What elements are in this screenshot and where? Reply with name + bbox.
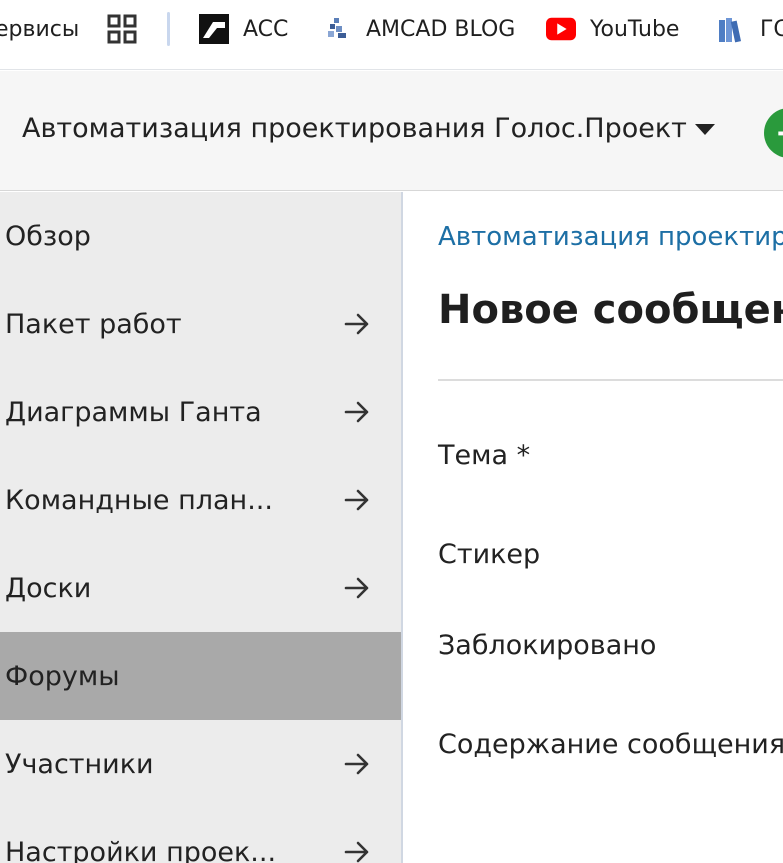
sidebar-item-label: Участники <box>5 748 154 780</box>
sidebar-item-label: Командные план... <box>5 484 273 516</box>
bookmarks-separator <box>167 12 170 46</box>
title-divider <box>438 379 783 381</box>
sidebar-item-team-planners[interactable]: Командные план... <box>0 456 401 544</box>
bookmark-amcad-label: AMCAD BLOG <box>366 16 516 42</box>
page-title: Новое сообщени <box>438 287 783 333</box>
sidebar-item-boards[interactable]: Доски <box>0 544 401 632</box>
bookmark-gs[interactable]: ГС <box>716 0 783 58</box>
project-header: Автоматизация проектирования Голос.Проек… <box>0 71 783 191</box>
sidebar-item-forums[interactable]: Форумы <box>0 632 401 720</box>
bookmark-acc-label: ACC <box>243 16 289 42</box>
bookmark-youtube-label: YouTube <box>590 16 680 42</box>
arrow-right-icon[interactable] <box>343 750 371 778</box>
amcad-logo-icon <box>322 14 352 44</box>
project-selector[interactable]: Автоматизация проектирования Голос.Проек… <box>22 113 715 144</box>
caret-down-icon <box>694 124 715 135</box>
sidebar-item-label: Обзор <box>5 220 91 252</box>
sidebar-item-label: Настройки проек... <box>5 836 277 863</box>
subject-label: Тема * <box>438 440 531 471</box>
arrow-right-icon[interactable] <box>343 398 371 426</box>
sidebar-item-label: Диаграммы Ганта <box>5 396 262 428</box>
locked-label: Заблокировано <box>438 630 657 661</box>
sidebar-item-gantt[interactable]: Диаграммы Ганта <box>0 368 401 456</box>
bookmark-services[interactable]: ервисы <box>0 0 79 58</box>
acc-logo-icon <box>199 14 229 44</box>
page: ервисы ACC AMCAD BLOG YouTube Г Автомати… <box>0 0 783 863</box>
project-title: Автоматизация проектирования Голос.Проек… <box>22 113 687 144</box>
arrow-right-icon[interactable] <box>343 838 371 863</box>
sidebar-item-label: Форумы <box>5 660 120 692</box>
sidebar-item-project-settings[interactable]: Настройки проек... <box>0 808 401 863</box>
sidebar-item-work-packages[interactable]: Пакет работ <box>0 280 401 368</box>
arrow-right-icon[interactable] <box>343 310 371 338</box>
youtube-icon <box>546 14 576 44</box>
add-button[interactable]: + <box>764 108 783 158</box>
bookmark-services-label: ервисы <box>0 16 80 42</box>
bookmark-amcad[interactable]: AMCAD BLOG <box>322 0 515 58</box>
main-content: Автоматизация проектир Новое сообщени Те… <box>403 192 783 863</box>
content-label: Содержание сообщения <box>438 729 783 760</box>
sidebar-item-overview[interactable]: Обзор <box>0 192 401 280</box>
breadcrumb-project-link[interactable]: Автоматизация проектир <box>438 222 783 252</box>
bookmark-acc[interactable]: ACC <box>199 0 288 58</box>
sidebar-item-label: Доски <box>5 572 92 604</box>
sticker-label: Стикер <box>438 539 541 570</box>
arrow-right-icon[interactable] <box>343 486 371 514</box>
arrow-right-icon[interactable] <box>343 574 371 602</box>
sidebar-item-label: Пакет работ <box>5 308 182 340</box>
books-icon <box>716 14 746 44</box>
bookmarks-bar: ервисы ACC AMCAD BLOG YouTube Г <box>0 0 783 70</box>
bookmark-apps[interactable] <box>107 0 151 58</box>
bookmark-youtube[interactable]: YouTube <box>546 0 679 58</box>
sidebar-item-members[interactable]: Участники <box>0 720 401 808</box>
sidebar: Обзор Пакет работ Диаграммы Ганта Команд… <box>0 192 403 863</box>
bookmark-gs-label: ГС <box>760 16 783 42</box>
apps-grid-icon <box>107 14 137 44</box>
